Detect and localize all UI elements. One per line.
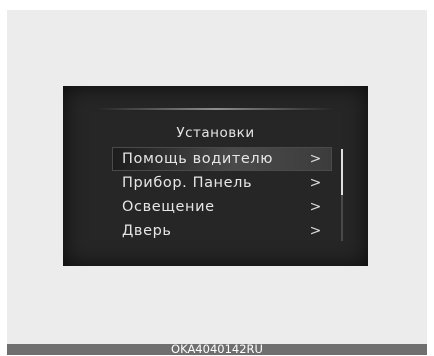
chevron-right-icon: > xyxy=(309,151,322,167)
menu-item-label: Освещение xyxy=(122,199,215,215)
chevron-right-icon: > xyxy=(309,223,322,239)
cluster-display: Установки Помощь водителю > Прибор. Пане… xyxy=(63,86,368,266)
menu-item-cluster[interactable]: Прибор. Панель > xyxy=(112,171,332,195)
menu-item-label: Прибор. Панель xyxy=(122,175,253,191)
chevron-right-icon: > xyxy=(309,199,322,215)
menu-scrollbar[interactable] xyxy=(341,149,343,241)
menu-title: Установки xyxy=(176,125,255,141)
figure-code: OKA4040142RU xyxy=(171,342,263,356)
menu-item-label: Помощь водителю xyxy=(122,151,274,167)
menu-scrollbar-thumb[interactable] xyxy=(341,149,343,195)
display-top-highlight xyxy=(97,108,334,110)
menu-item-door[interactable]: Дверь > xyxy=(112,219,332,243)
menu-item-driver-assistance[interactable]: Помощь водителю > xyxy=(112,147,332,171)
menu-item-label: Дверь xyxy=(122,223,172,239)
menu-item-lighting[interactable]: Освещение > xyxy=(112,195,332,219)
settings-menu-list: Помощь водителю > Прибор. Панель > Освещ… xyxy=(112,147,332,243)
chevron-right-icon: > xyxy=(309,175,322,191)
caption-bar: OKA4040142RU xyxy=(7,342,427,356)
